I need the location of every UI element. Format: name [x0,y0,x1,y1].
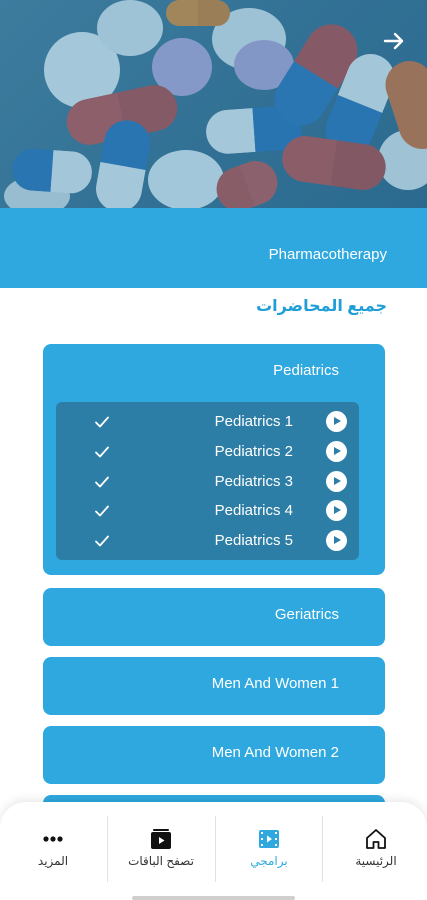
lesson-list: Pediatrics 1 Pediatrics 2 Pediatrics 3 P… [56,402,359,560]
play-icon[interactable] [326,441,347,462]
module-title: Geriatrics [274,606,339,623]
nav-more[interactable]: المزيد [0,814,106,884]
play-icon[interactable] [326,500,347,521]
play-icon[interactable] [326,530,347,551]
home-indicator [132,896,295,900]
check-icon [95,505,109,517]
nav-label: المزيد [37,854,69,868]
module-card-men-and-women-1[interactable]: Men And Women 1 [43,657,385,715]
nav-my-programs[interactable]: برامجي [216,814,322,884]
more-dots-icon [43,836,63,842]
module-title: Pediatrics [273,362,339,379]
lesson-label: Pediatrics 2 [214,443,293,460]
lesson-row[interactable]: Pediatrics 2 [56,439,359,467]
course-cover-image [0,0,427,208]
check-icon [95,416,109,428]
module-card-men-and-women-2[interactable]: Men And Women 2 [43,726,385,784]
nav-label: الرئيسية [355,854,397,868]
lesson-label: Pediatrics 5 [214,532,293,549]
lesson-label: Pediatrics 4 [214,502,293,519]
all-lectures-heading: جميع المحاضرات [256,298,387,315]
my-programs-film-icon [259,830,279,848]
packages-play-icon [151,829,171,849]
check-icon [95,535,109,547]
check-icon [95,476,109,488]
nav-home[interactable]: الرئيسية [323,814,427,884]
course-title: Pharmacotherapy [268,246,387,263]
nav-label: برامجي [250,854,288,868]
nav-label: تصفح الباقات [128,854,194,868]
back-arrow-icon[interactable] [379,28,409,58]
module-card-pediatrics[interactable]: Pediatrics Pediatrics 1 Pediatrics 2 Ped… [43,344,385,575]
check-icon [95,446,109,458]
nav-browse-packages[interactable]: تصفح الباقات [108,814,214,884]
lesson-label: Pediatrics 3 [214,473,293,490]
play-icon[interactable] [326,471,347,492]
play-icon[interactable] [326,411,347,432]
course-title-bar: Pharmacotherapy [0,208,427,288]
module-title: Men And Women 2 [211,744,339,761]
home-icon [366,829,386,849]
lesson-row[interactable]: Pediatrics 4 [56,498,359,526]
lesson-row[interactable]: Pediatrics 1 [56,409,359,437]
lesson-label: Pediatrics 1 [214,413,293,430]
bottom-navigation: المزيد تصفح الباقات برامجي الرئيسية [0,802,427,900]
lesson-row[interactable]: Pediatrics 3 [56,469,359,497]
module-card-geriatrics[interactable]: Geriatrics [43,588,385,646]
module-title: Men And Women 1 [211,675,339,692]
lesson-row[interactable]: Pediatrics 5 [56,528,359,556]
